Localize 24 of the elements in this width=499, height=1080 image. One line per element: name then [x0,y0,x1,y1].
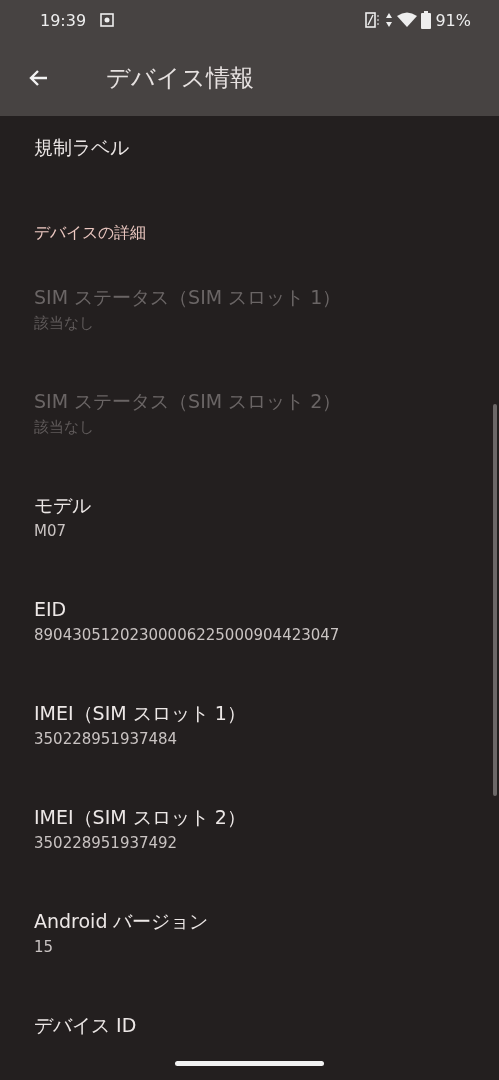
setting-title[interactable]: 規制ラベル [34,133,479,161]
status-time: 19:39 [40,10,87,30]
screenshot-icon [100,13,115,27]
screen-title: デバイス情報 [106,63,254,94]
setting-title[interactable]: デバイス ID [34,1011,479,1039]
setting-value: 350228951937484 [34,729,179,750]
setting-value: 該当なし [34,313,95,334]
setting-title[interactable]: EID [34,595,479,623]
battery-icon [421,11,432,29]
data-arrows-icon [385,12,394,28]
setting-value: 15 [34,937,55,958]
gesture-handle[interactable] [175,1061,324,1066]
setting-title[interactable]: IMEI（SIM スロット 2） [34,803,479,831]
battery-percent: 91% [435,10,471,30]
wifi-icon [397,12,418,28]
setting-value: M07 [34,521,68,542]
vibrate-icon [365,12,382,28]
setting-title[interactable]: IMEI（SIM スロット 1） [34,699,479,727]
setting-value: 89043051202300006225000904423047 [34,625,341,646]
setting-title[interactable]: モデル [34,491,479,519]
section-header: デバイスの詳細 [33,222,147,244]
setting-title[interactable]: Android バージョン [34,907,479,935]
setting-value: 該当なし [34,417,95,438]
setting-value: 350228951937492 [34,833,179,854]
